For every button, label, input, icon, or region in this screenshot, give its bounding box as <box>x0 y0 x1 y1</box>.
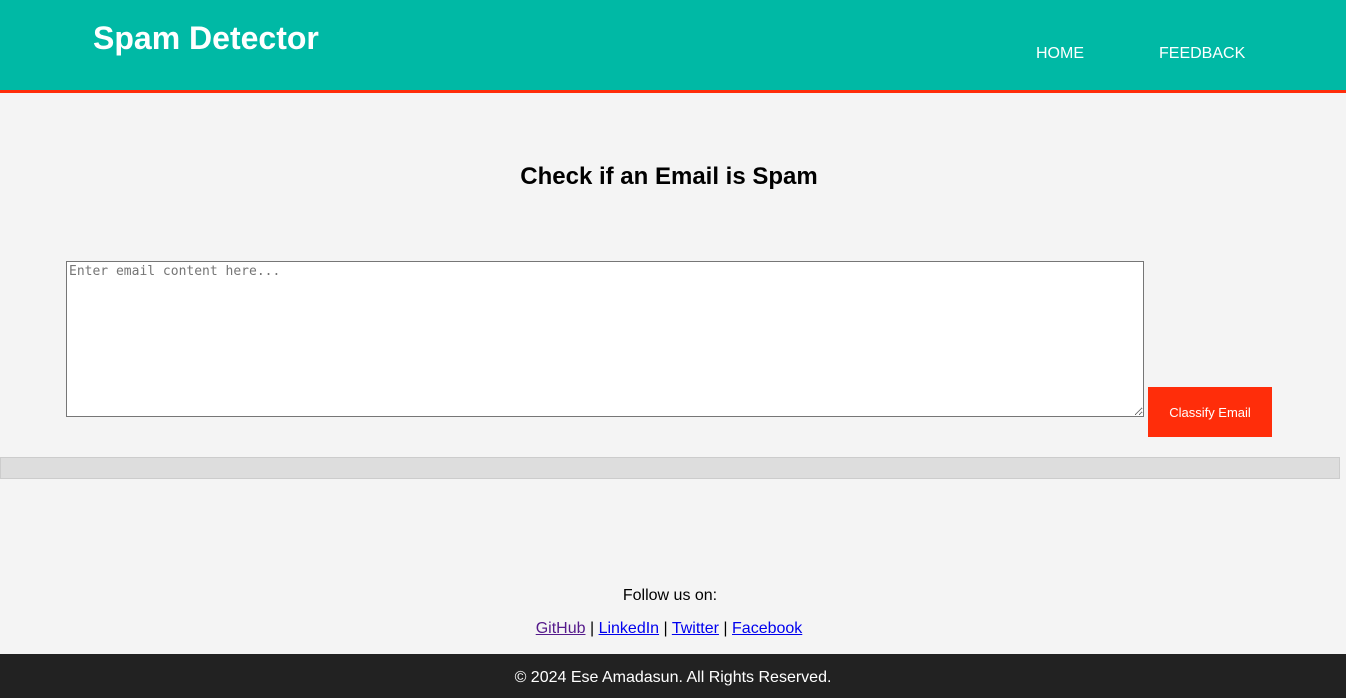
site-title: Spam Detector <box>93 20 319 56</box>
result-output <box>0 457 1340 479</box>
linkedin-link[interactable]: LinkedIn <box>599 620 660 637</box>
main-nav: HOME FEEDBACK <box>1036 44 1245 64</box>
link-separator: | <box>723 620 728 637</box>
site-header: Spam Detector HOME FEEDBACK <box>0 0 1346 93</box>
nav-feedback-link[interactable]: FEEDBACK <box>1159 44 1245 64</box>
twitter-link[interactable]: Twitter <box>672 620 719 637</box>
copyright-text: © 2024 Ese Amadasun. All Rights Reserved… <box>514 669 832 686</box>
nav-home-link[interactable]: HOME <box>1036 44 1084 64</box>
follow-us-text: Follow us on: <box>622 587 718 604</box>
social-links: GitHub | LinkedIn | Twitter | Facebook <box>0 619 1338 639</box>
link-separator: | <box>589 620 595 637</box>
site-footer: © 2024 Ese Amadasun. All Rights Reserved… <box>0 654 1346 698</box>
github-link[interactable]: GitHub <box>536 620 586 637</box>
link-separator: | <box>663 620 668 637</box>
facebook-link[interactable]: Facebook <box>732 620 802 637</box>
classify-email-button[interactable]: Classify Email <box>1148 387 1272 437</box>
email-content-input[interactable] <box>66 261 1144 417</box>
page-heading: Check if an Email is Spam <box>520 163 818 190</box>
page: Spam Detector HOME FEEDBACK Check if an … <box>0 0 1346 698</box>
